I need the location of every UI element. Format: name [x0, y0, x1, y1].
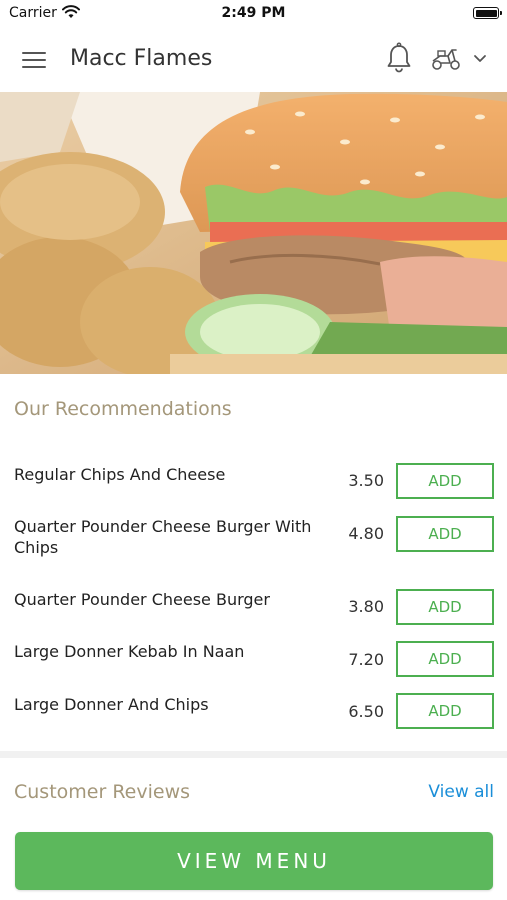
battery-icon	[473, 7, 502, 19]
app-header: Macc Flames	[0, 28, 507, 92]
bell-icon[interactable]	[385, 42, 413, 74]
clock: 2:49 PM	[221, 5, 286, 21]
status-bar: Carrier 2:49 PM	[0, 0, 507, 28]
item-price: 4.80	[348, 524, 384, 543]
chevron-down-icon[interactable]	[472, 50, 488, 64]
item-price: 3.50	[348, 471, 384, 490]
add-button[interactable]: ADD	[396, 463, 494, 499]
item-price: 6.50	[348, 702, 384, 721]
reviews-title: Customer Reviews	[14, 781, 191, 803]
view-all-link[interactable]: View all	[428, 782, 494, 802]
add-button[interactable]: ADD	[396, 589, 494, 625]
item-name: Large Donner Kebab In Naan	[14, 642, 245, 661]
view-menu-button[interactable]: VIEW MENU	[15, 832, 493, 890]
section-divider	[0, 751, 507, 758]
item-name: Quarter Pounder Cheese Burger With Chips	[14, 517, 312, 557]
item-name: Regular Chips And Cheese	[14, 465, 226, 484]
add-button[interactable]: ADD	[396, 516, 494, 552]
add-button[interactable]: ADD	[396, 693, 494, 729]
recommendations-title: Our Recommendations	[14, 398, 232, 420]
app-title: Macc Flames	[70, 46, 213, 71]
hero-image	[0, 92, 507, 374]
item-name: Quarter Pounder Cheese Burger	[14, 590, 270, 609]
item-price: 7.20	[348, 650, 384, 669]
item-price: 3.80	[348, 597, 384, 616]
scooter-icon[interactable]	[430, 46, 462, 72]
add-button[interactable]: ADD	[396, 641, 494, 677]
item-name: Large Donner And Chips	[14, 695, 209, 714]
menu-icon[interactable]	[22, 50, 48, 70]
